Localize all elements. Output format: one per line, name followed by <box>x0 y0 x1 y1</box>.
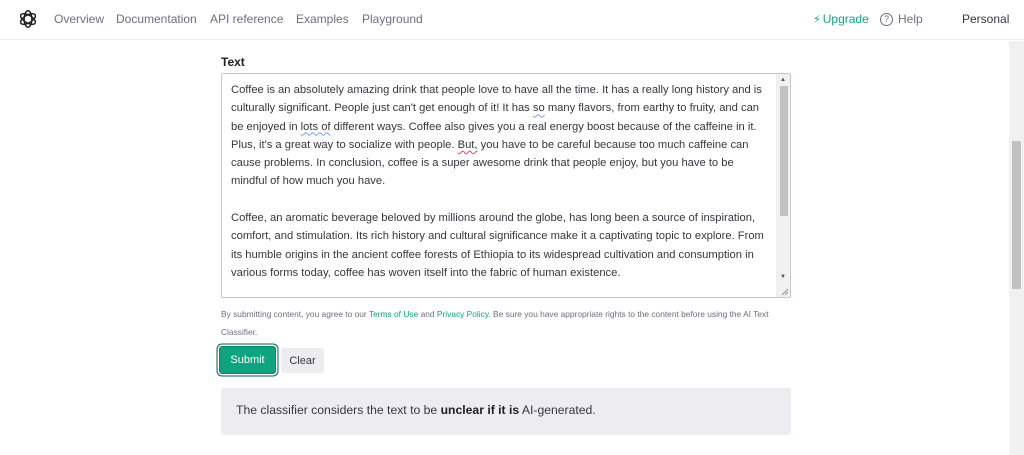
help-link[interactable]: ? Help <box>880 12 923 26</box>
spellcheck-word: But, <box>457 138 478 151</box>
text-field-label: Text <box>221 55 245 69</box>
text-paragraph-1: Coffee is an absolutely amazing drink th… <box>231 84 762 188</box>
text-input-area[interactable]: Coffee is an absolutely amazing drink th… <box>221 73 791 298</box>
textarea-scrollbar-thumb[interactable] <box>780 86 788 216</box>
classifier-result: The classifier considers the text to be … <box>221 388 791 435</box>
text-paragraph-2: Coffee, an aromatic beverage beloved by … <box>231 212 764 279</box>
help-label: Help <box>898 12 923 26</box>
top-navigation: Overview Documentation API reference Exa… <box>0 0 1024 40</box>
page-scrollbar[interactable] <box>1009 41 1024 455</box>
privacy-policy-link[interactable]: Privacy Policy <box>437 309 489 319</box>
terms-disclaimer: By submitting content, you agree to our … <box>221 309 769 337</box>
classifier-result-text: The classifier considers the text to be … <box>236 403 596 417</box>
nav-api-reference[interactable]: API reference <box>210 12 283 26</box>
account-menu[interactable]: Personal <box>962 12 1009 26</box>
lightning-bolt-icon: ⚡︎ <box>813 14 821 26</box>
upgrade-link[interactable]: ⚡︎ Upgrade <box>813 12 869 26</box>
nav-playground[interactable]: Playground <box>362 12 423 26</box>
textarea-scrollbar[interactable]: ▲ ▼ <box>776 74 790 297</box>
submit-button[interactable]: Submit <box>219 346 276 374</box>
nav-overview[interactable]: Overview <box>54 12 104 26</box>
terms-of-use-link[interactable]: Terms of Use <box>369 309 418 319</box>
scroll-down-arrow-icon[interactable]: ▼ <box>780 273 786 281</box>
text-input-content[interactable]: Coffee is an absolutely amazing drink th… <box>231 81 771 297</box>
scroll-up-arrow-icon[interactable]: ▲ <box>780 76 786 84</box>
clear-button[interactable]: Clear <box>281 348 324 373</box>
resize-handle-icon[interactable] <box>779 286 789 296</box>
result-verdict: unclear if it is <box>440 403 520 417</box>
page-scrollbar-thumb[interactable] <box>1012 141 1021 289</box>
upgrade-label: Upgrade <box>822 12 869 26</box>
spellcheck-word: lots of <box>300 120 331 133</box>
nav-documentation[interactable]: Documentation <box>116 12 197 26</box>
spellcheck-word: so <box>532 102 545 115</box>
nav-examples[interactable]: Examples <box>296 12 349 26</box>
openai-logo-icon[interactable] <box>17 8 39 30</box>
question-circle-icon: ? <box>880 12 893 26</box>
